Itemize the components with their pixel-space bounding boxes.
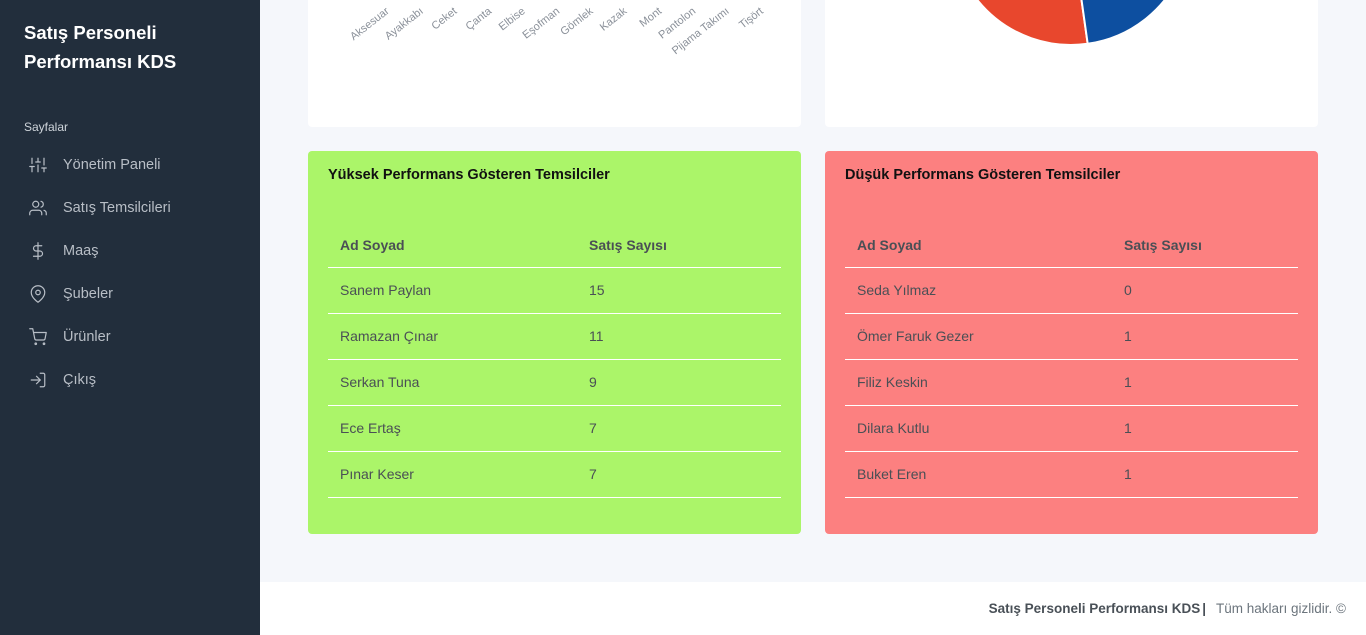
rep-name: Filiz Keskin xyxy=(845,359,1112,406)
sales-count: 9 xyxy=(577,359,781,406)
column-header-name: Ad Soyad xyxy=(328,223,577,268)
rep-name: Dilara Kutlu xyxy=(845,405,1112,452)
sales-count: 1 xyxy=(1112,359,1298,406)
sales-count: 1 xyxy=(1112,405,1298,452)
low-performers-table: Ad Soyad Satış Sayısı Seda Yılmaz 0 Ömer … xyxy=(845,223,1298,498)
x-tick-label: Kazak xyxy=(598,5,630,34)
sidebar-item-label: Maaş xyxy=(63,242,99,259)
bar-chart-card: Aksesuar Ayakkabı Ceket Çanta Elbise Eşofman G… xyxy=(308,0,801,127)
x-tick-label: Tişört xyxy=(736,5,766,32)
sliders-icon xyxy=(28,155,48,175)
sidebar-item-yonetim-paneli[interactable]: Yönetim Paneli xyxy=(0,143,260,186)
table-row: Filiz Keskin 1 xyxy=(845,359,1298,406)
footer-rights: Tüm hakları gizlidir. © xyxy=(1216,601,1346,616)
pie-slice xyxy=(976,0,1089,46)
map-pin-icon xyxy=(28,284,48,304)
footer-brand[interactable]: Satış Personeli Performansı KDS xyxy=(989,601,1201,616)
column-header-sales: Satış Sayısı xyxy=(1112,223,1298,268)
sales-count: 11 xyxy=(577,313,781,360)
sidebar-item-cikis[interactable]: Çıkış xyxy=(0,358,260,401)
table-row: Pınar Keser 7 xyxy=(328,451,781,498)
cart-icon xyxy=(28,327,48,347)
sidebar-nav: Yönetim Paneli Satış Temsilcileri Maaş Ş… xyxy=(0,143,260,401)
table-row: Ece Ertaş 7 xyxy=(328,405,781,452)
x-tick-label: Eşofman xyxy=(520,5,562,42)
users-icon xyxy=(28,198,48,218)
footer-separator: | xyxy=(1202,601,1207,616)
sales-count: 15 xyxy=(577,267,781,314)
sidebar-item-label: Ürünler xyxy=(63,328,111,345)
sidebar-item-urunler[interactable]: Ürünler xyxy=(0,315,260,358)
sidebar-item-label: Şubeler xyxy=(63,285,113,302)
sidebar-item-label: Satış Temsilcileri xyxy=(63,199,171,216)
column-header-name: Ad Soyad xyxy=(845,223,1112,268)
sales-count: 7 xyxy=(577,405,781,452)
sidebar-brand[interactable]: Satış Personeli Performansı KDS xyxy=(24,18,234,76)
pie-slice xyxy=(1080,0,1166,45)
pie-chart-card xyxy=(825,0,1318,127)
x-tick-label: Ceket xyxy=(429,5,460,33)
log-in-icon xyxy=(28,370,48,390)
sidebar-item-label: Yönetim Paneli xyxy=(63,156,161,173)
sidebar-item-maas[interactable]: Maaş xyxy=(0,229,260,272)
table-row: Serkan Tuna 9 xyxy=(328,359,781,406)
sidebar-item-label: Çıkış xyxy=(63,371,97,388)
sales-count: 7 xyxy=(577,451,781,498)
table-row: Seda Yılmaz 0 xyxy=(845,267,1298,314)
high-performers-card: Yüksek Performans Gösteren Temsilciler A… xyxy=(308,151,801,534)
sales-count: 1 xyxy=(1112,313,1298,360)
pie-chart xyxy=(976,0,1166,46)
table-row: Sanem Paylan 15 xyxy=(328,267,781,314)
sidebar-item-subeler[interactable]: Şubeler xyxy=(0,272,260,315)
table-row: Ömer Faruk Gezer 1 xyxy=(845,313,1298,360)
sales-count: 0 xyxy=(1112,267,1298,314)
rep-name: Pınar Keser xyxy=(328,451,577,498)
footer-text: Satış Personeli Performansı KDS | Tüm hakl… xyxy=(989,601,1346,616)
table-row: Ramazan Çınar 11 xyxy=(328,313,781,360)
low-performers-title: Düşük Performans Gösteren Temsilciler xyxy=(845,167,1121,183)
dollar-icon xyxy=(28,241,48,261)
rep-name: Sanem Paylan xyxy=(328,267,577,314)
table-header-row: Ad Soyad Satış Sayısı xyxy=(845,223,1298,268)
rep-name: Buket Eren xyxy=(845,451,1112,498)
x-tick-label: Gömlek xyxy=(558,5,596,39)
rep-name: Seda Yılmaz xyxy=(845,267,1112,314)
sidebar-item-satis-temsilcileri[interactable]: Satış Temsilcileri xyxy=(0,186,260,229)
table-row: Buket Eren 1 xyxy=(845,451,1298,498)
high-performers-table: Ad Soyad Satış Sayısı Sanem Paylan 15 Ram… xyxy=(328,223,781,498)
sidebar: Satış Personeli Performansı KDS Sayfalar… xyxy=(0,0,260,635)
rep-name: Ömer Faruk Gezer xyxy=(845,313,1112,360)
x-tick-label: Mont xyxy=(637,5,664,30)
sidebar-header: Sayfalar xyxy=(24,120,69,134)
high-performers-title: Yüksek Performans Gösteren Temsilciler xyxy=(328,167,610,183)
footer: Satış Personeli Performansı KDS | Tüm hakl… xyxy=(260,582,1366,635)
table-row: Dilara Kutlu 1 xyxy=(845,405,1298,452)
column-header-sales: Satış Sayısı xyxy=(577,223,781,268)
x-tick-label: Aksesuar xyxy=(348,5,392,43)
low-performers-card: Düşük Performans Gösteren Temsilciler Ad… xyxy=(825,151,1318,534)
table-header-row: Ad Soyad Satış Sayısı xyxy=(328,223,781,268)
sales-count: 1 xyxy=(1112,451,1298,498)
rep-name: Ramazan Çınar xyxy=(328,313,577,360)
rep-name: Ece Ertaş xyxy=(328,405,577,452)
x-tick-label: Çanta xyxy=(463,5,494,33)
rep-name: Serkan Tuna xyxy=(328,359,577,406)
